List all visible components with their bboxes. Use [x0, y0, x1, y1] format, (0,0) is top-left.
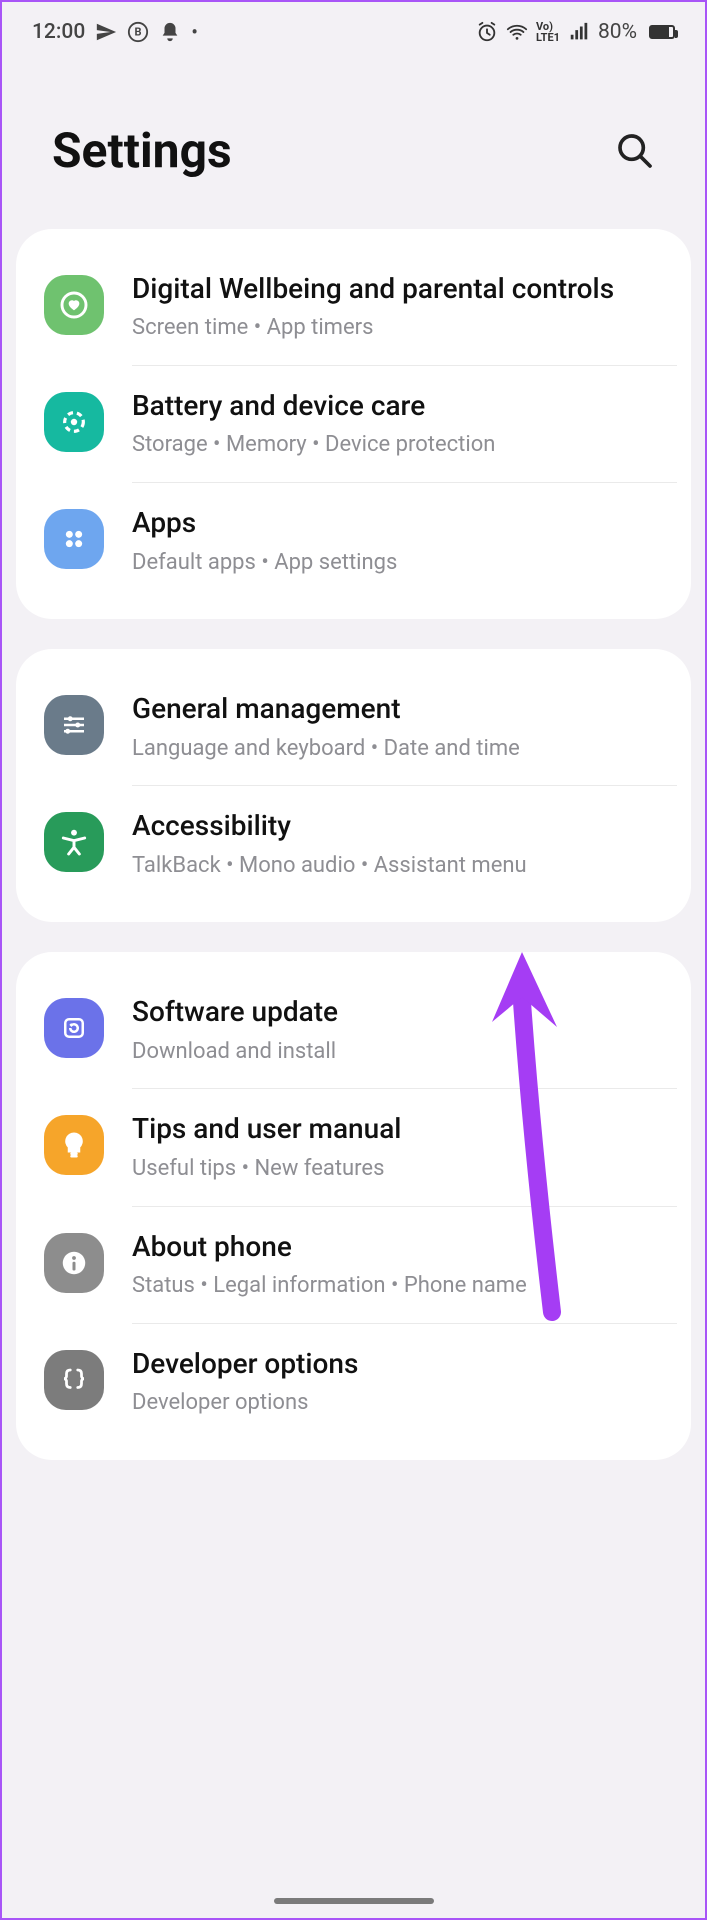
bell-icon [159, 21, 181, 43]
page-title: Settings [52, 122, 232, 179]
battery-percent: 80% [598, 20, 637, 44]
item-sub: Useful tips • New features [132, 1154, 663, 1184]
status-time: 12:00 [32, 20, 85, 44]
item-about-phone[interactable]: About phone Status • Legal information •… [16, 1207, 691, 1323]
item-title: Accessibility [132, 808, 663, 844]
item-title: Apps [132, 505, 663, 541]
item-title: Developer options [132, 1346, 663, 1382]
item-sub: TalkBack • Mono audio • Assistant menu [132, 851, 663, 881]
sliders-icon [44, 695, 104, 755]
item-sub: Language and keyboard • Date and time [132, 734, 663, 764]
update-icon [44, 998, 104, 1058]
item-sub: Developer options [132, 1388, 663, 1418]
settings-card-3: Software update Download and install Tip… [16, 952, 691, 1459]
item-title: Digital Wellbeing and parental controls [132, 271, 663, 307]
item-title: General management [132, 691, 663, 727]
battery-icon [649, 25, 675, 39]
item-general-management[interactable]: General management Language and keyboard… [16, 669, 691, 785]
accessibility-icon [44, 812, 104, 872]
item-sub: Status • Legal information • Phone name [132, 1271, 663, 1301]
heart-circle-icon [44, 275, 104, 335]
apps-grid-icon [44, 509, 104, 569]
volte-icon: Vo)LTE1 [536, 21, 560, 43]
circle-b-icon: B [127, 21, 149, 43]
item-tips-manual[interactable]: Tips and user manual Useful tips • New f… [16, 1089, 691, 1205]
header: Settings [2, 62, 705, 229]
dot-icon: • [191, 20, 198, 44]
item-title: Software update [132, 994, 663, 1030]
svg-text:B: B [135, 26, 142, 39]
signal-icon [568, 21, 590, 43]
info-icon [44, 1233, 104, 1293]
item-digital-wellbeing[interactable]: Digital Wellbeing and parental controls … [16, 249, 691, 365]
status-bar: 12:00 B • Vo)LTE1 80% [2, 2, 705, 62]
item-sub: Storage • Memory • Device protection [132, 430, 663, 460]
item-sub: Default apps • App settings [132, 548, 663, 578]
send-icon [95, 21, 117, 43]
item-software-update[interactable]: Software update Download and install [16, 972, 691, 1088]
status-left: 12:00 B • [32, 20, 198, 44]
lightbulb-icon [44, 1115, 104, 1175]
alarm-icon [476, 21, 498, 43]
item-battery-care[interactable]: Battery and device care Storage • Memory… [16, 366, 691, 482]
settings-card-2: General management Language and keyboard… [16, 649, 691, 922]
item-title: Battery and device care [132, 388, 663, 424]
settings-card-1: Digital Wellbeing and parental controls … [16, 229, 691, 619]
nav-pill[interactable] [274, 1898, 434, 1904]
device-care-icon [44, 392, 104, 452]
item-sub: Screen time • App timers [132, 313, 663, 343]
item-sub: Download and install [132, 1037, 663, 1067]
wifi-icon [506, 21, 528, 43]
status-right: Vo)LTE1 80% [476, 20, 675, 44]
braces-icon [44, 1350, 104, 1410]
item-apps[interactable]: Apps Default apps • App settings [16, 483, 691, 599]
item-title: Tips and user manual [132, 1111, 663, 1147]
item-developer-options[interactable]: Developer options Developer options [16, 1324, 691, 1440]
item-title: About phone [132, 1229, 663, 1265]
search-icon[interactable] [615, 131, 655, 171]
item-accessibility[interactable]: Accessibility TalkBack • Mono audio • As… [16, 786, 691, 902]
